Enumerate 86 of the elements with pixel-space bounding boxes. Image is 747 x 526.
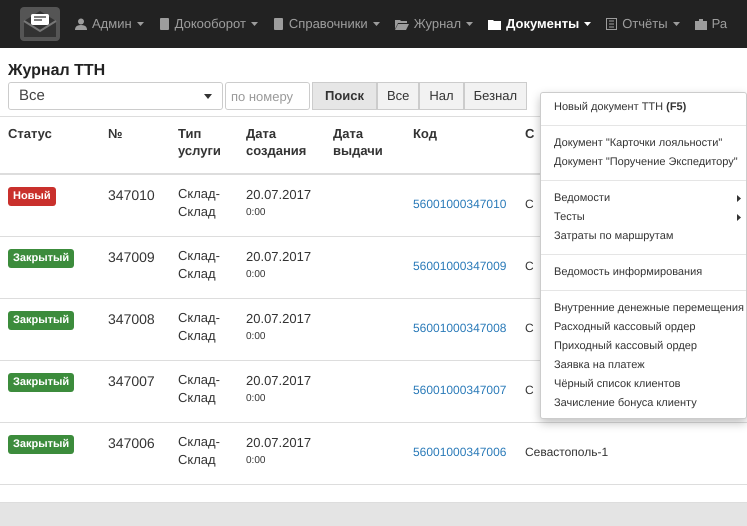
status-badge: Закрытый [8, 435, 74, 454]
code-link[interactable]: 56001000347006 [413, 443, 506, 461]
nav-menu-item[interactable]: Справочники [272, 14, 380, 34]
status-badge: Закрытый [8, 249, 74, 268]
table-cell-text: 0:00 [246, 330, 266, 344]
book-icon [158, 18, 170, 30]
dropdown-menu-item[interactable]: Зачисление бонуса клиенту [541, 394, 746, 413]
table-cell-text: Склад-Склад [178, 371, 221, 407]
table-cell-text: 0:00 [246, 454, 266, 468]
search-field[interactable]: по номеру [225, 82, 310, 110]
table-cell-text: 0:00 [246, 268, 266, 282]
table-cell-text: 0:00 [246, 392, 266, 406]
filter-button[interactable]: Все [377, 82, 420, 110]
table-cell-text: Склад-Склад [178, 185, 221, 221]
filter-button[interactable]: Нал [419, 82, 464, 110]
table-cell-text: С [525, 196, 534, 213]
status-badge: Закрытый [8, 373, 74, 392]
envelope-logo-icon[interactable] [20, 7, 60, 41]
table-cell-text: Склад-Склад [178, 247, 221, 283]
user-icon [75, 18, 87, 30]
briefcase-icon [694, 18, 707, 30]
code-link[interactable]: 56001000347007 [413, 381, 506, 399]
nav-menu-item[interactable]: Отчёты [606, 14, 680, 34]
caret-icon [672, 22, 680, 26]
nav-menu-item[interactable]: Ра [694, 14, 728, 34]
table-cell-text: 347008 [108, 310, 156, 329]
status-badge: Новый [8, 187, 56, 206]
table-cell-text: 20.07.2017 [246, 310, 312, 328]
table-cell-text: 20.07.2017 [246, 372, 312, 390]
caret-icon [466, 22, 474, 26]
column-header: Тип услуги [178, 125, 222, 159]
folder-icon [394, 18, 409, 30]
table-cell-text: С [525, 382, 534, 399]
column-header: Статус [8, 125, 53, 142]
filter-button[interactable]: Поиск [312, 82, 378, 110]
column-header: Код [413, 125, 438, 142]
book-icon [272, 18, 284, 30]
dropdown-menu-item[interactable]: Внутренние денежные перемещения [541, 299, 746, 318]
code-link[interactable]: 56001000347010 [413, 195, 506, 213]
caret-icon [250, 22, 258, 26]
dropdown-menu-item[interactable]: Чёрный список клиентов [541, 375, 746, 394]
table-cell-text: 347007 [108, 372, 156, 391]
table-cell-text: 20.07.2017 [246, 434, 312, 452]
dropdown-menu-item[interactable]: Ведомость информирования [541, 263, 746, 282]
column-header: С [525, 125, 536, 142]
nav-menu-item[interactable]: Документы [488, 14, 592, 34]
nav-menu-item[interactable]: Журнал [394, 14, 474, 34]
dropdown-menu-item[interactable]: Ведомости [541, 189, 746, 208]
page-title: Журнал ТТН [8, 62, 106, 80]
table-cell-text: 347009 [108, 248, 156, 267]
table-cell-text: 0:00 [246, 206, 266, 220]
submenu-arrow-icon [737, 214, 741, 221]
status-select[interactable]: Все [8, 82, 223, 110]
filter-button[interactable]: Безнал [464, 82, 528, 110]
caret-icon [136, 22, 144, 26]
dropdown-menu-item[interactable]: Затраты по маршрутам [541, 227, 746, 246]
nav-menu-item[interactable]: Админ [75, 14, 144, 34]
code-link[interactable]: 56001000347008 [413, 319, 506, 337]
table-cell-text: 20.07.2017 [246, 186, 312, 204]
dropdown-menu-item[interactable]: Документ "Поручение Экспедитору" [541, 153, 746, 172]
column-header: Дата создания [246, 125, 308, 159]
folder-icon [488, 18, 502, 30]
dropdown-menu-item[interactable]: Расходный кассовый ордер [541, 318, 746, 337]
status-badge: Закрытый [8, 311, 74, 330]
table-cell-text: С [525, 320, 534, 337]
table-cell-text: Склад-Склад [178, 309, 221, 345]
caret-icon [584, 22, 592, 26]
dropdown-menu-item[interactable]: Новый документ ТТН (F5) [541, 98, 746, 117]
code-link[interactable]: 56001000347009 [413, 257, 506, 275]
table-cell-text: 347006 [108, 434, 156, 453]
dropdown-menu-item[interactable]: Приходный кассовый ордер [541, 337, 746, 356]
column-header: Дата выдачи [333, 125, 384, 159]
column-header: № [108, 125, 124, 142]
dropdown-menu-item[interactable]: Документ "Карточки лояльности" [541, 134, 746, 153]
table-cell-text: С [525, 258, 534, 275]
table-cell-text: 20.07.2017 [246, 248, 312, 266]
dropdown-menu-item[interactable]: Заявка на платеж [541, 356, 746, 375]
nav-menu-item[interactable]: Докооборот [158, 14, 258, 34]
table-cell-text: Склад-Склад [178, 433, 221, 469]
caret-icon [372, 22, 380, 26]
caret-icon [204, 94, 212, 98]
table-cell-text: Севастополь-1 [525, 444, 608, 461]
dropdown-menu-item[interactable]: Тесты [541, 208, 746, 227]
list-icon [606, 18, 618, 30]
table-cell-text: 347010 [108, 186, 156, 205]
submenu-arrow-icon [737, 195, 741, 202]
